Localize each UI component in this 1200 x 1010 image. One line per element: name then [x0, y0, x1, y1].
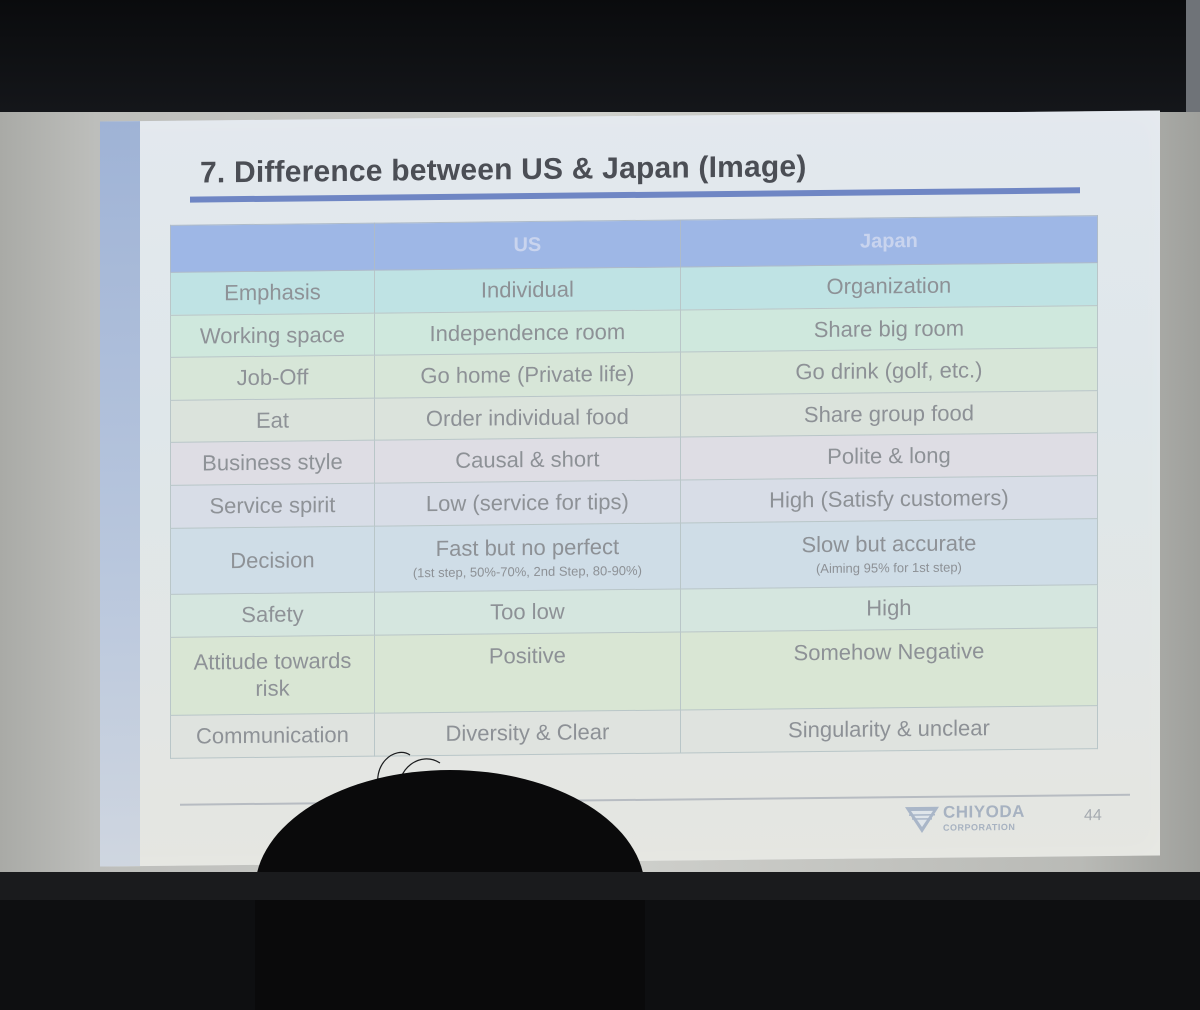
- row-label: Eat: [171, 398, 375, 443]
- row-label: Business style: [171, 441, 375, 486]
- us-cell-note: (1st step, 50%-70%, 2nd Step, 80-90%): [381, 562, 674, 581]
- page-number: 44: [1084, 807, 1102, 825]
- japan-cell: Somehow Negative: [680, 627, 1097, 710]
- japan-cell: Go drink (golf, etc.): [680, 348, 1097, 395]
- table-row: Attitude towards risk Positive Somehow N…: [171, 627, 1098, 715]
- company-logo: CHIYODA CORPORATION: [905, 802, 1015, 839]
- row-label: Working space: [171, 313, 375, 358]
- us-cell: Positive: [374, 632, 680, 714]
- row-label: Attitude towards risk: [171, 635, 375, 716]
- header-us: US: [374, 220, 680, 270]
- logo-name: CHIYODA: [943, 802, 1025, 823]
- us-cell-main: Fast but no perfect: [436, 535, 619, 562]
- japan-cell: Organization: [680, 263, 1097, 310]
- table-row: Decision Fast but no perfect (1st step, …: [171, 518, 1098, 594]
- japan-cell-note: (Aiming 95% for 1st step): [687, 558, 1091, 578]
- us-cell: Low (service for tips): [374, 480, 680, 526]
- us-cell: Independence room: [374, 310, 680, 356]
- slide-title: 7. Difference between US & Japan (Image): [200, 150, 807, 190]
- us-cell: Order individual food: [374, 395, 680, 441]
- japan-cell: High (Satisfy customers): [680, 476, 1097, 523]
- title-underline: [190, 187, 1080, 202]
- screen-bottom-edge: [0, 872, 1200, 900]
- us-cell: Fast but no perfect (1st step, 50%-70%, …: [374, 523, 680, 593]
- japan-cell: Share big room: [680, 305, 1097, 352]
- us-cell: Causal & short: [374, 437, 680, 483]
- row-label: Service spirit: [171, 483, 375, 528]
- projected-slide: 7. Difference between US & Japan (Image)…: [100, 110, 1160, 866]
- header-japan: Japan: [680, 216, 1097, 267]
- comparison-table: US Japan Emphasis Individual Organizatio…: [170, 215, 1098, 759]
- japan-cell: Share group food: [680, 390, 1097, 437]
- row-label: Job-Off: [171, 355, 375, 400]
- header-empty: [171, 223, 375, 272]
- us-cell: Individual: [374, 267, 680, 313]
- row-label: Safety: [171, 592, 375, 637]
- logo-mark-icon: [905, 805, 939, 835]
- japan-cell: Polite & long: [680, 433, 1097, 480]
- row-label: Emphasis: [171, 270, 375, 315]
- japan-cell: Singularity & unclear: [680, 706, 1097, 753]
- room-background: [0, 0, 1200, 120]
- us-cell: Go home (Private life): [374, 352, 680, 398]
- japan-cell-main: Slow but accurate: [801, 531, 976, 558]
- logo-subtitle: CORPORATION: [943, 822, 1015, 833]
- slide-accent-bar: [100, 121, 140, 866]
- row-label: Decision: [171, 526, 375, 595]
- japan-cell: Slow but accurate (Aiming 95% for 1st st…: [680, 518, 1097, 589]
- us-cell: Too low: [374, 589, 680, 635]
- japan-cell: High: [680, 585, 1097, 632]
